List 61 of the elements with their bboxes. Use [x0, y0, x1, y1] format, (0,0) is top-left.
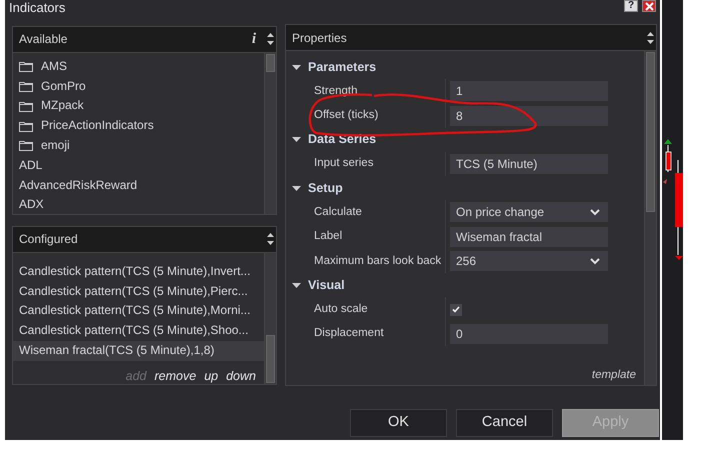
property-label: Strength — [286, 79, 446, 104]
remove-link[interactable]: remove — [154, 366, 196, 386]
configured-item[interactable]: Wiseman fractal(TCS (5 Minute),1,8) — [13, 340, 264, 361]
folder-icon — [19, 100, 33, 112]
info-button[interactable]: i — [252, 28, 256, 51]
panel-title: Configured — [19, 231, 79, 248]
configured-item[interactable]: Candlestick pattern(TCS (5 Minute),Shoo... — [13, 321, 264, 341]
group-title: Parameters — [308, 58, 376, 76]
property-label: Auto scale — [286, 297, 446, 322]
scrollbar[interactable] — [264, 252, 276, 384]
indicator-item[interactable]: AdvancedRiskReward — [13, 176, 264, 196]
close-button[interactable] — [642, 0, 656, 12]
dropdown-value: 256 — [456, 253, 476, 270]
folder-icon — [19, 140, 33, 152]
dialog-button[interactable]: OK — [350, 409, 447, 437]
indicator-item[interactable]: ADX — [13, 195, 264, 214]
indicator-folder[interactable]: emoji — [41, 136, 70, 156]
expand-caret-icon[interactable] — [292, 186, 301, 191]
indicator-folder[interactable]: GomPro — [41, 76, 86, 96]
group-title: Setup — [308, 180, 343, 197]
property-label: Maximum bars look back — [286, 248, 446, 274]
configured-item[interactable]: Candlestick pattern(TCS (5 Minute),Morni... — [13, 301, 264, 322]
chevron-icon — [590, 208, 600, 216]
folder-icon — [19, 81, 33, 92]
property-label: Offset (ticks) — [286, 103, 446, 128]
property-label: Input series — [286, 152, 446, 176]
scrollbar[interactable] — [264, 52, 276, 214]
expand-caret-icon[interactable] — [292, 282, 301, 288]
down-link[interactable]: down — [226, 366, 256, 386]
dialog-button[interactable]: Cancel — [456, 409, 553, 437]
property-label: Calculate — [286, 200, 446, 225]
input-field[interactable]: 8 — [450, 106, 608, 126]
expand-caret-icon[interactable] — [292, 64, 301, 70]
input-field[interactable]: 1 — [450, 81, 608, 102]
configured-item[interactable]: Candlestick pattern(TCS (5 Minute),Pierc... — [13, 282, 264, 302]
input-field[interactable]: 0 — [450, 324, 608, 344]
dropdown[interactable]: 256 — [450, 251, 608, 272]
property-label: Label — [286, 224, 446, 249]
indicator-folder[interactable]: PriceActionIndicators — [41, 116, 154, 136]
help-button[interactable]: ? — [624, 0, 638, 12]
scrollbar[interactable] — [644, 51, 656, 385]
dropdown[interactable]: On price change — [450, 202, 608, 222]
folder-icon — [19, 120, 33, 132]
dropdown-value: On price change — [456, 204, 544, 222]
window-title: Indicators — [9, 0, 66, 15]
indicator-folder[interactable]: MZpack — [41, 96, 84, 116]
indicator-folder[interactable]: AMS — [41, 56, 68, 77]
group-title: Visual — [308, 276, 345, 294]
indicator-item[interactable]: ADL — [13, 156, 264, 176]
folder-icon — [19, 61, 33, 72]
panel-title: Available — [19, 31, 68, 48]
expand-caret-icon[interactable] — [292, 137, 301, 142]
property-label: Displacement — [286, 322, 446, 346]
configured-item[interactable]: Candlestick pattern(TCS (5 Minute),Invert... — [13, 262, 264, 282]
input-field[interactable]: TCS (5 Minute) — [450, 154, 608, 174]
template-link[interactable]: template — [592, 369, 636, 381]
input-field[interactable]: Wiseman fractal — [450, 226, 608, 247]
checkbox[interactable] — [450, 304, 462, 316]
up-link[interactable]: up — [204, 366, 218, 386]
panel-title: Properties — [292, 30, 348, 46]
chevron-icon — [590, 258, 600, 265]
